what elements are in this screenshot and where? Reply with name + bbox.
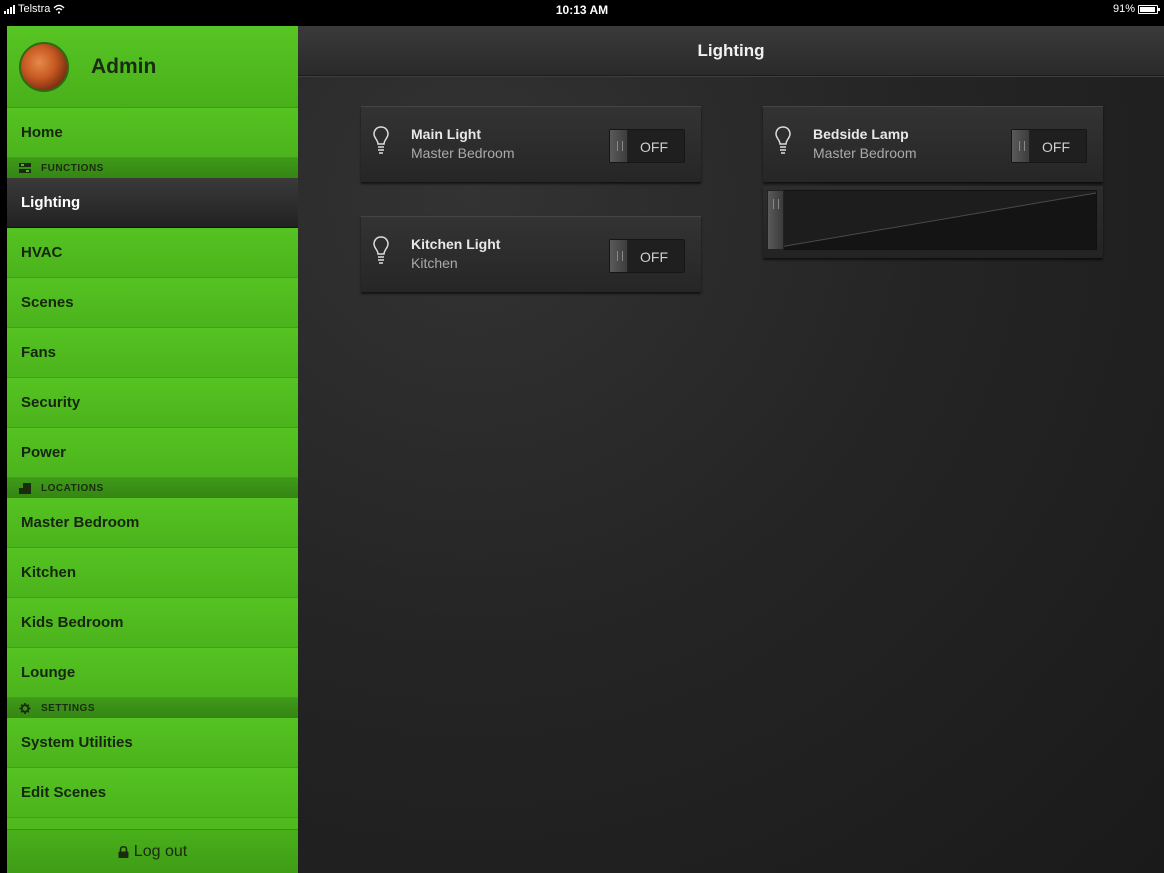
toggle-state: OFF <box>640 139 668 155</box>
sidebar-item-lighting[interactable]: Lighting <box>7 178 298 228</box>
toggle-knob[interactable] <box>610 240 628 272</box>
sidebar-item-master-bedroom[interactable]: Master Bedroom <box>7 498 298 548</box>
dimmer-track[interactable] <box>767 190 1097 250</box>
section-header-settings: SETTINGS <box>7 698 298 718</box>
device-room: Kitchen <box>411 255 458 271</box>
sidebar: Admin Home FUNCTIONS Lighting HVAC Scene… <box>7 26 298 873</box>
lightbulb-icon <box>373 236 389 264</box>
functions-icon <box>19 162 31 173</box>
user-name: Admin <box>91 54 157 78</box>
power-toggle[interactable]: OFF <box>609 129 685 163</box>
page-title: Lighting <box>298 26 1164 76</box>
section-label-functions: FUNCTIONS <box>41 162 104 174</box>
sidebar-item-edit-scenes[interactable]: Edit Scenes <box>7 768 298 818</box>
device-name: Main Light <box>411 126 481 142</box>
logout-button[interactable]: Log out <box>7 829 298 873</box>
dimmer-ramp <box>768 192 1097 250</box>
device-name: Bedside Lamp <box>813 126 909 142</box>
power-toggle[interactable]: OFF <box>1011 129 1087 163</box>
dimmer-slider[interactable] <box>763 186 1103 258</box>
main-panel: Lighting Main Light Master Bedroom OFF K… <box>298 26 1164 873</box>
sidebar-item-system-utilities[interactable]: System Utilities <box>7 718 298 768</box>
toggle-state: OFF <box>1042 139 1070 155</box>
device-card-main-light: Main Light Master Bedroom OFF <box>361 106 701 182</box>
toggle-state: OFF <box>640 249 668 265</box>
status-bar: Telstra 10:13 AM 91% <box>0 0 1164 20</box>
sidebar-item-scenes[interactable]: Scenes <box>7 278 298 328</box>
lightbulb-icon <box>775 126 791 154</box>
section-header-functions: FUNCTIONS <box>7 158 298 178</box>
battery-percent: 91% <box>1112 3 1135 15</box>
sidebar-item-kids-bedroom[interactable]: Kids Bedroom <box>7 598 298 648</box>
device-room: Master Bedroom <box>813 145 917 161</box>
toggle-knob[interactable] <box>610 130 628 162</box>
section-label-locations: LOCATIONS <box>41 482 104 494</box>
device-card-kitchen-light: Kitchen Light Kitchen OFF <box>361 216 701 292</box>
battery-info: 91% <box>1112 3 1160 15</box>
power-toggle[interactable]: OFF <box>609 239 685 273</box>
sidebar-item-kitchen[interactable]: Kitchen <box>7 548 298 598</box>
sidebar-item-lounge[interactable]: Lounge <box>7 648 298 698</box>
status-time: 10:13 AM <box>555 3 609 17</box>
user-profile[interactable]: Admin <box>7 26 298 108</box>
lock-icon <box>118 845 129 858</box>
toggle-knob[interactable] <box>1012 130 1030 162</box>
section-header-locations: LOCATIONS <box>7 478 298 498</box>
dimmer-handle[interactable] <box>767 190 784 250</box>
sidebar-item-fans[interactable]: Fans <box>7 328 298 378</box>
device-room: Master Bedroom <box>411 145 515 161</box>
sidebar-item-home[interactable]: Home <box>7 108 298 158</box>
settings-gear-icon <box>19 702 31 714</box>
battery-icon <box>1138 4 1160 14</box>
device-card-bedside-lamp: Bedside Lamp Master Bedroom OFF <box>763 106 1103 182</box>
device-name: Kitchen Light <box>411 236 501 252</box>
sidebar-item-power[interactable]: Power <box>7 428 298 478</box>
section-label-settings: SETTINGS <box>41 702 96 714</box>
locations-icon <box>19 482 31 494</box>
lightbulb-icon <box>373 126 389 154</box>
logout-label: Log out <box>133 842 188 860</box>
sidebar-item-hvac[interactable]: HVAC <box>7 228 298 278</box>
avatar <box>19 41 69 92</box>
sidebar-item-security[interactable]: Security <box>7 378 298 428</box>
